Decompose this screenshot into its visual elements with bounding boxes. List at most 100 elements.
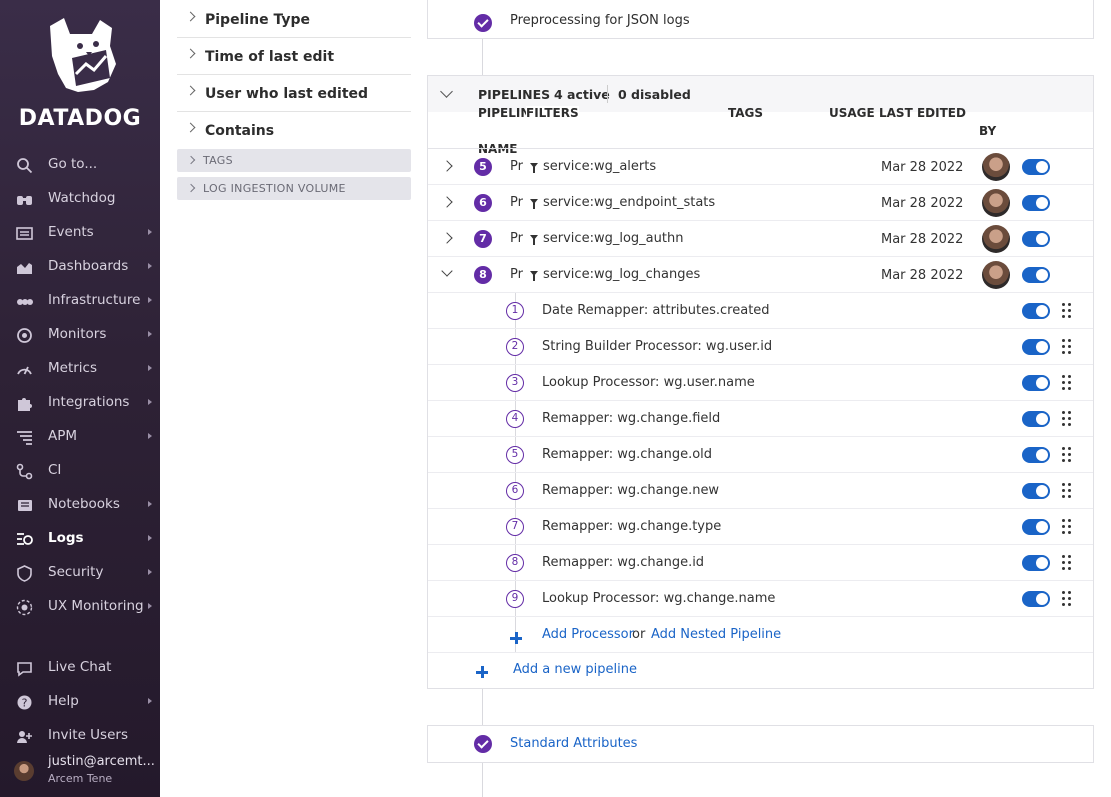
sidebar-item-metrics[interactable]: Metrics [0,354,160,384]
facet-group-tags[interactable]: TAGS [177,149,411,172]
processor-row[interactable]: 8 Remapper: wg.change.id [428,545,1093,581]
facet-contains[interactable]: Contains [177,112,411,149]
filter-icon [530,235,538,245]
processor-row[interactable]: 6 Remapper: wg.change.new [428,473,1093,509]
caret-right-icon [148,501,152,507]
column-by: BY [979,124,997,138]
processor-row[interactable]: 4 Remapper: wg.change.field [428,401,1093,437]
pipeline-enable-toggle[interactable] [1022,267,1050,283]
pipeline-number: 5 [474,158,492,176]
processor-enable-toggle[interactable] [1022,447,1050,463]
caret-right-icon [148,263,152,269]
processor-name: Remapper: wg.change.field [542,411,721,426]
check-circle-icon [474,735,492,753]
add-nested-pipeline-link[interactable]: Add Nested Pipeline [651,627,781,642]
pipeline-enable-toggle[interactable] [1022,159,1050,175]
processor-row[interactable]: 5 Remapper: wg.change.old [428,437,1093,473]
pipeline-row[interactable]: 7 Pr service:wg_log_authn Mar 28 2022 [428,221,1093,257]
sidebar-item-label: Go to... [48,156,98,172]
last-edited-date: Mar 28 2022 [881,268,964,283]
sidebar-item-apm[interactable]: APM [0,422,160,452]
pipeline-enable-toggle[interactable] [1022,195,1050,211]
pipeline-row[interactable]: 5 Pr service:wg_alerts Mar 28 2022 [428,149,1093,185]
svg-text:?: ? [22,697,28,710]
sidebar-item-live-chat[interactable]: Live Chat [0,653,160,683]
drag-handle-icon[interactable] [1062,519,1072,535]
drag-handle-icon[interactable] [1062,339,1072,355]
chevron-right-icon[interactable] [441,196,453,208]
drag-handle-icon[interactable] [1062,303,1072,319]
preprocessing-panel[interactable]: Preprocessing for JSON logs [427,0,1094,39]
drag-handle-icon[interactable] [1062,447,1072,463]
processor-row[interactable]: 3 Lookup Processor: wg.user.name [428,365,1093,401]
sidebar-item-security[interactable]: Security [0,558,160,588]
add-processor-link[interactable]: Add Processor [542,627,634,642]
sidebar-item-integrations[interactable]: Integrations [0,388,160,418]
processor-enable-toggle[interactable] [1022,591,1050,607]
add-pipeline-link[interactable]: Add a new pipeline [513,662,637,677]
user-menu[interactable]: justin@arcemt... Arcem Tene [0,752,160,792]
caret-right-icon [148,603,152,609]
drag-handle-icon[interactable] [1062,591,1072,607]
processor-enable-toggle[interactable] [1022,339,1050,355]
column-usage: USAGE [829,106,875,120]
chevron-down-icon[interactable] [441,265,453,277]
facet-pipeline-type[interactable]: Pipeline Type [177,1,411,38]
plus-icon [510,632,522,644]
processor-row[interactable]: 2 String Builder Processor: wg.user.id [428,329,1093,365]
sidebar-item-infrastructure[interactable]: Infrastructure [0,286,160,316]
processor-row[interactable]: 9 Lookup Processor: wg.change.name [428,581,1093,617]
sidebar-item-go-to[interactable]: Go to... [0,150,160,180]
drag-handle-icon[interactable] [1062,375,1072,391]
processor-enable-toggle[interactable] [1022,411,1050,427]
processor-enable-toggle[interactable] [1022,303,1050,319]
column-filters: FILTERS [526,106,579,120]
divider [607,85,608,103]
standard-attributes-panel[interactable]: Standard Attributes [427,725,1094,763]
editor-avatar [982,225,1010,253]
processor-enable-toggle[interactable] [1022,519,1050,535]
chevron-right-icon[interactable] [441,160,453,172]
sidebar-item-label: Integrations [48,394,130,410]
processor-enable-toggle[interactable] [1022,483,1050,499]
processor-row[interactable]: 7 Remapper: wg.change.type [428,509,1093,545]
sidebar-item-ux-monitoring[interactable]: UX Monitoring [0,592,160,622]
sidebar-item-dashboards[interactable]: Dashboards [0,252,160,282]
sidebar-item-ci[interactable]: CI [0,456,160,486]
facet-group-log-ingestion-volume[interactable]: LOG INGESTION VOLUME [177,177,411,200]
pipelines-panel: PIPELINES 4 active 0 disabled PIPELINE N… [427,75,1094,689]
sidebar-item-notebooks[interactable]: Notebooks [0,490,160,520]
facet-time-of-last-edit[interactable]: Time of last edit [177,38,411,75]
drag-handle-icon[interactable] [1062,555,1072,571]
chevron-down-icon[interactable] [440,85,453,98]
sidebar-item-monitors[interactable]: Monitors [0,320,160,350]
help-icon: ? [17,695,32,710]
column-last-edited: LAST EDITED [879,106,966,120]
pipelines-title: PIPELINES [478,87,551,102]
chat-icon [17,662,32,677]
chevron-right-icon [186,155,196,165]
standard-attributes-link[interactable]: Standard Attributes [510,736,637,751]
chevron-right-icon[interactable] [441,232,453,244]
processor-enable-toggle[interactable] [1022,375,1050,391]
sidebar-item-invite-users[interactable]: Invite Users [0,721,160,751]
drag-handle-icon[interactable] [1062,411,1072,427]
facet-label: User who last edited [205,86,369,102]
drag-handle-icon[interactable] [1062,483,1072,499]
filter-icon [530,271,538,281]
pipeline-enable-toggle[interactable] [1022,231,1050,247]
processor-row[interactable]: 1 Date Remapper: attributes.created [428,293,1093,329]
pipeline-row[interactable]: 6 Pr service:wg_endpoint_stats Mar 28 2022 [428,185,1093,221]
pipeline-name: Pr [510,195,523,210]
datadog-logo[interactable]: DATADOG [0,8,160,131]
sidebar-item-watchdog[interactable]: Watchdog [0,184,160,214]
sidebar-item-help[interactable]: ? Help [0,687,160,717]
sidebar-item-events[interactable]: Events [0,218,160,248]
user-org: Arcem Tene [48,772,113,785]
pipeline-row[interactable]: 8 Pr service:wg_log_changes Mar 28 2022 [428,257,1093,293]
facet-user-who-last-edited[interactable]: User who last edited [177,75,411,112]
processor-number: 4 [506,410,524,428]
sidebar-item-logs[interactable]: Logs [0,524,160,554]
processor-enable-toggle[interactable] [1022,555,1050,571]
processor-number: 6 [506,482,524,500]
